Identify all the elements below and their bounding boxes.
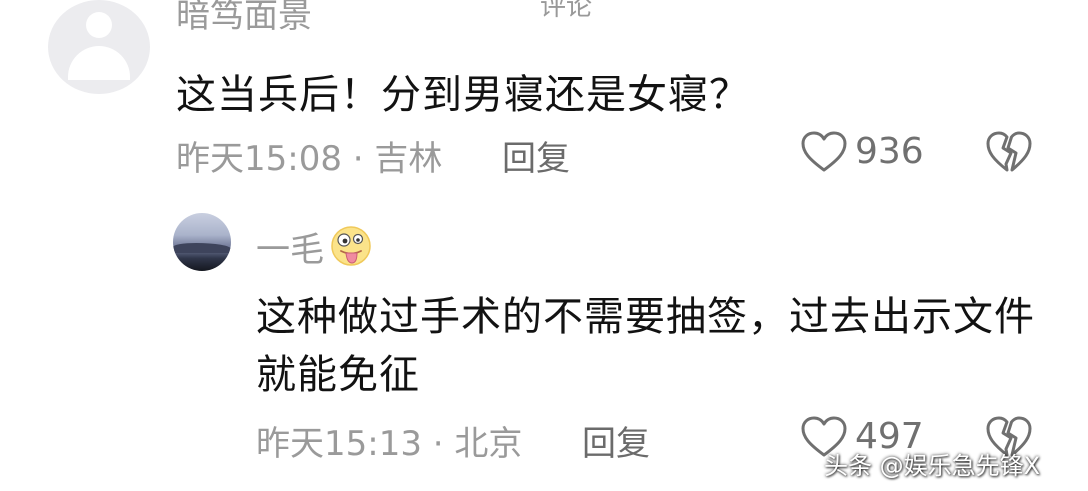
reply-content: 这种做过手术的不需要抽签，过去出示文件就能免征: [256, 294, 1035, 398]
comment-meta: 昨天15:08 · 吉林: [176, 131, 442, 180]
avatar-placeholder-body: [68, 46, 130, 80]
comment-location: 吉林: [374, 139, 443, 179]
reply-time: 昨天15:13: [256, 424, 422, 464]
like-count: 936: [855, 131, 924, 172]
reply-button[interactable]: 回复: [502, 131, 570, 180]
avatar[interactable]: [173, 213, 231, 271]
reply-location: 北京: [454, 424, 523, 464]
watermark: 头条 @娱乐急先锋X: [824, 452, 1041, 480]
comment-time: 昨天15:08: [176, 139, 342, 179]
avatar-landscape-ridge: [173, 243, 231, 253]
reply-meta: 昨天15:13 · 北京: [256, 416, 522, 465]
comment-username[interactable]: 暗笃面景: [176, 0, 312, 37]
meta-separator: ·: [352, 139, 364, 179]
tongue-out-emoji-icon: [331, 226, 371, 266]
reply-username[interactable]: 一毛: [256, 222, 324, 271]
heart-outline-icon[interactable]: [801, 131, 847, 173]
comment-content: 这当兵后！分到男寝还是女寝？: [176, 72, 750, 118]
avatar-placeholder-head: [86, 12, 112, 38]
broken-heart-icon[interactable]: [986, 131, 1032, 173]
meta-separator: ·: [432, 424, 444, 464]
avatar[interactable]: [48, 0, 150, 94]
reply-button[interactable]: 回复: [582, 416, 650, 465]
top-partial-text: 评论: [540, 0, 593, 22]
